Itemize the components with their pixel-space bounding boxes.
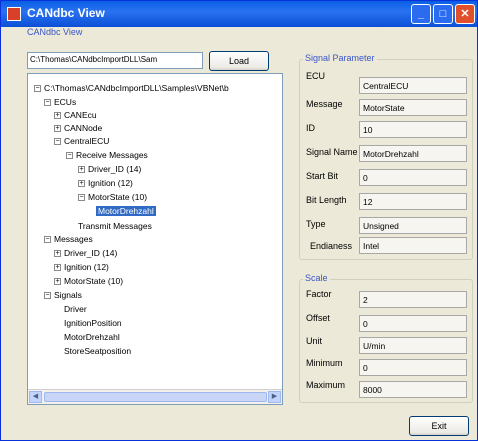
ecu-label: ECU [306,71,326,81]
collapse-icon[interactable]: − [44,292,51,299]
window-title: CANdbc View [27,6,105,20]
tree-node-signal-motordrehzahl[interactable]: MotorDrehzahl [64,332,120,342]
exit-button[interactable]: Exit [409,416,469,436]
collapse-icon[interactable]: − [44,99,51,106]
scale-title: Scale [303,273,330,283]
tree-node-transmit-messages[interactable]: Transmit Messages [78,221,152,231]
maximum-label: Maximum [306,380,346,390]
offset-field: 0 [359,315,467,332]
minimum-label: Minimum [306,358,343,368]
endianess-field: Intel [359,237,467,254]
tree-node-centralecu[interactable]: CentralECU [64,136,109,146]
tree-node-signal-ignitionposition[interactable]: IgnitionPosition [64,318,122,328]
type-label: Type [306,219,326,229]
id-field: 10 [359,121,467,138]
candbc-view-window: CANdbc View _ □ ✕ CANdbc View C:\Thomas\… [0,0,478,441]
title-bar[interactable]: CANdbc View _ □ ✕ [1,1,477,27]
tree-node-signal-storeseatposition[interactable]: StoreSeatposition [64,346,131,356]
message-label: Message [306,99,343,109]
collapse-icon[interactable]: − [34,85,41,92]
factor-field: 2 [359,291,467,308]
start-bit-field: 0 [359,169,467,186]
tree-node-messages-motorstate[interactable]: MotorState (10) [64,276,123,286]
expand-icon[interactable]: + [54,125,61,132]
collapse-icon[interactable]: − [44,236,51,243]
minimum-field: 0 [359,359,467,376]
horizontal-scrollbar[interactable]: ◀ ▶ [28,389,282,404]
expand-icon[interactable]: + [78,180,85,187]
expand-icon[interactable]: + [54,250,61,257]
unit-label: Unit [306,336,323,346]
scroll-thumb[interactable] [44,392,267,402]
collapse-icon[interactable]: − [54,138,61,145]
tree-node-signal-driver[interactable]: Driver [64,304,87,314]
endianess-label: Endianess [310,241,353,251]
app-icon [7,7,21,21]
tree-node-cannode[interactable]: CANNode [64,123,102,133]
minimize-button[interactable]: _ [411,4,431,24]
tree-node-messages-ignition[interactable]: Ignition (12) [64,262,109,272]
factor-label: Factor [306,289,332,299]
tree-node-root[interactable]: C:\Thomas\CANdbcImportDLL\Samples\VBNet\… [44,83,229,93]
signal-parameter-title: Signal Parameter [303,53,377,63]
tree-node-receive-messages[interactable]: Receive Messages [76,150,148,160]
expand-icon[interactable]: + [54,112,61,119]
tree-node-messages[interactable]: Messages [54,234,93,244]
group-caption: CANdbc View [27,27,83,37]
scroll-left-icon[interactable]: ◀ [29,391,42,403]
signal-name-label: Signal Name [306,147,358,157]
tree-node-ecus[interactable]: ECUs [54,97,76,107]
bit-length-field: 12 [359,193,467,210]
message-field: MotorState [359,99,467,116]
type-field: Unsigned [359,217,467,234]
expand-icon[interactable]: + [78,166,85,173]
unit-field: U/min [359,337,467,354]
load-button[interactable]: Load [209,51,269,71]
expand-icon[interactable]: + [54,264,61,271]
collapse-icon[interactable]: − [78,194,85,201]
maximize-button[interactable]: □ [433,4,453,24]
id-label: ID [306,123,315,133]
tree-node-driver-id[interactable]: Driver_ID (14) [88,164,141,174]
tree-node-ignition[interactable]: Ignition (12) [88,178,133,188]
offset-label: Offset [306,313,330,323]
file-path-input[interactable]: C:\Thomas\CANdbcImportDLL\Sam [27,52,203,69]
tree-node-signals[interactable]: Signals [54,290,82,300]
collapse-icon[interactable]: − [66,152,73,159]
signal-tree-view[interactable]: − C:\Thomas\CANdbcImportDLL\Samples\VBNe… [27,73,283,405]
tree-node-messages-driver-id[interactable]: Driver_ID (14) [64,248,117,258]
expand-icon[interactable]: + [54,278,61,285]
ecu-field: CentralECU [359,77,467,94]
close-button[interactable]: ✕ [455,4,475,24]
maximum-field: 8000 [359,381,467,398]
tree-node-motorstate[interactable]: MotorState (10) [88,192,147,202]
tree-node-motordrehzahl-selected[interactable]: MotorDrehzahl [96,206,156,216]
scroll-right-icon[interactable]: ▶ [268,391,281,403]
signal-name-field: MotorDrehzahl [359,145,467,162]
bit-length-label: Bit Length [306,195,347,205]
tree-node-canecu[interactable]: CANEcu [64,110,97,120]
start-bit-label: Start Bit [306,171,339,181]
